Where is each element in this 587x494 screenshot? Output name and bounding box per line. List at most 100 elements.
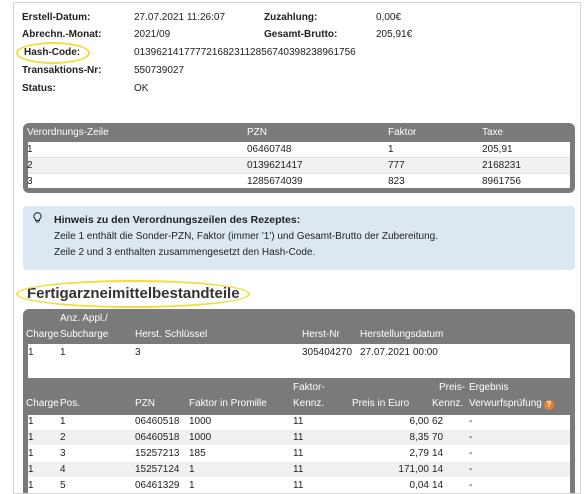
cell-faktor-kennz: 11 — [293, 416, 304, 427]
col-charge: Charge — [26, 398, 59, 409]
col-charge: Charge — [26, 329, 59, 340]
col-preis-euro: Preis in Euro — [352, 398, 410, 409]
cell-faktor-kennz: 11 — [293, 464, 304, 475]
col-faktor-promille: Faktor in Promille — [189, 398, 267, 409]
lightbulb-icon — [33, 212, 42, 228]
col-pzn: PZN — [135, 398, 155, 409]
cell-ergebnis: - — [469, 448, 473, 459]
col-preis-kennz-1: Preis- — [439, 382, 466, 393]
cell-zeile: 2 — [27, 160, 33, 171]
cell-pos: 3 — [60, 448, 66, 459]
cell-preis: 0,04 — [409, 480, 429, 491]
status-value: OK — [134, 83, 149, 94]
col-ergebnis-2: Verwurfsprüfung? — [469, 397, 554, 411]
hash-code-label: Hash-Code: — [24, 47, 81, 58]
zuzahlung-value: 0,00€ — [376, 12, 402, 23]
cell-preis: 6,00 — [409, 416, 429, 427]
cell-preis-kennz: 14 — [432, 480, 444, 491]
col-faktor: Faktor — [388, 127, 417, 138]
cell-charge: 1 — [28, 416, 34, 427]
cell-taxe: 2168231 — [482, 160, 521, 171]
cell-preis-kennz: 62 — [432, 416, 444, 427]
row-separator — [28, 173, 570, 174]
col-pos: Pos. — [60, 398, 81, 409]
cell-pzn: 1285674039 — [247, 176, 303, 187]
cell-charge: 1 — [28, 464, 34, 475]
col-ergebnis-1: Ergebnis — [469, 382, 509, 393]
cell-faktor: 1 — [388, 144, 394, 155]
cell-charge: 1 — [28, 347, 34, 358]
erstell-datum-label: Erstell-Datum: — [22, 12, 91, 23]
hinweis-line-1: Zeile 1 enthält die Sonder-PZN, Faktor (… — [54, 231, 438, 242]
erstell-datum-value: 27.07.2021 11:26:07 — [134, 12, 226, 23]
question-icon[interactable]: ? — [543, 400, 554, 410]
cell-taxe: 205,91 — [482, 144, 513, 155]
gesamt-brutto-label: Gesamt-Brutto: — [264, 29, 338, 40]
cell-faktor: 1 — [189, 480, 195, 491]
cell-ergebnis: - — [469, 480, 473, 491]
cell-pzn: 06461329 — [135, 480, 180, 491]
cell-ergebnis: - — [469, 432, 473, 443]
cell-faktor: 1000 — [189, 432, 212, 443]
cell-faktor-kennz: 11 — [293, 448, 304, 459]
col-verordnungs-zeile: Verordnungs-Zeile — [27, 127, 109, 138]
cell-pos: 5 — [60, 480, 66, 491]
zuzahlung-label: Zuzahlung: — [264, 12, 318, 23]
abrechn-monat-value: 2021/09 — [134, 29, 171, 40]
cell-pzn: 0139621417 — [247, 160, 303, 171]
cell-faktor: 185 — [189, 448, 206, 459]
col-faktor-kennz-2: Kennz. — [293, 398, 325, 409]
cell-pzn: 06460518 — [135, 432, 180, 443]
cell-herst-schluessel: 3 — [135, 347, 141, 358]
fertig-title: Fertigarzneimittelbestandteile — [27, 285, 240, 302]
cell-preis-kennz: 14 — [432, 448, 444, 459]
cell-faktor-kennz: 11 — [293, 432, 304, 443]
cell-preis: 171,00 — [398, 464, 429, 475]
cell-subcharge: 1 — [60, 347, 66, 358]
cell-preis: 2,79 — [409, 448, 429, 459]
cell-pos: 4 — [60, 464, 66, 475]
transaktions-nr-label: Transaktions-Nr: — [22, 65, 102, 76]
cell-faktor-kennz: 11 — [293, 480, 304, 491]
col-herstellungsdatum: Herstellungsdatum — [360, 329, 444, 340]
cell-zeile: 3 — [27, 176, 33, 187]
cell-pzn: 15257124 — [135, 464, 180, 475]
col-herst-schluessel: Herst. Schlüssel — [135, 329, 208, 340]
cell-pos: 1 — [60, 416, 66, 427]
cell-faktor: 777 — [388, 160, 405, 171]
cell-charge: 1 — [28, 480, 34, 491]
cell-faktor: 1000 — [189, 416, 212, 427]
cell-preis-kennz: 14 — [432, 464, 444, 475]
hash-code-value: 0139621417777216823112856740398238961756 — [134, 47, 356, 58]
col-herst-nr: Herst-Nr — [302, 329, 340, 340]
row-separator — [28, 157, 570, 158]
table-right-border — [570, 344, 575, 493]
cell-preis: 8,35 — [409, 432, 429, 443]
cell-faktor: 823 — [388, 176, 405, 187]
abrechn-monat-label: Abrechn.-Monat: — [22, 29, 102, 40]
cell-preis-kennz: 70 — [432, 432, 444, 443]
col-preis-kennz-2: Kennz. — [432, 398, 464, 409]
col-taxe: Taxe — [482, 127, 504, 138]
cell-charge: 1 — [28, 432, 34, 443]
cell-pzn: 06460518 — [135, 416, 180, 427]
cell-pos: 2 — [60, 432, 66, 443]
col-subcharge: Subcharge — [60, 329, 109, 340]
cell-herstellungsdatum: 27.07.2021 00:00 — [360, 347, 438, 358]
gesamt-brutto-value: 205,91€ — [376, 29, 413, 40]
col-pzn: PZN — [247, 127, 267, 138]
col-anz-appl: Anz. Appl./ — [60, 313, 108, 324]
cell-herst-nr: 305404270 — [302, 347, 353, 358]
cell-charge: 1 — [28, 448, 34, 459]
hinweis-title: Hinweis zu den Verordnungszeilen des Rez… — [54, 214, 301, 226]
cell-ergebnis: - — [469, 416, 473, 427]
prescription-detail-panel: Erstell-Datum: 27.07.2021 11:26:07 Zuzah… — [13, 2, 581, 494]
transaktions-nr-value: 550739027 — [134, 65, 185, 76]
hinweis-line-2: Zeile 2 und 3 enthalten zusammengesetzt … — [54, 247, 316, 258]
cell-ergebnis: - — [469, 464, 473, 475]
cell-pzn: 06460748 — [247, 144, 292, 155]
cell-pzn: 15257213 — [135, 448, 180, 459]
status-label: Status: — [22, 83, 56, 94]
cell-taxe: 8961756 — [482, 176, 521, 187]
col-faktor-kennz-1: Faktor- — [293, 382, 325, 393]
